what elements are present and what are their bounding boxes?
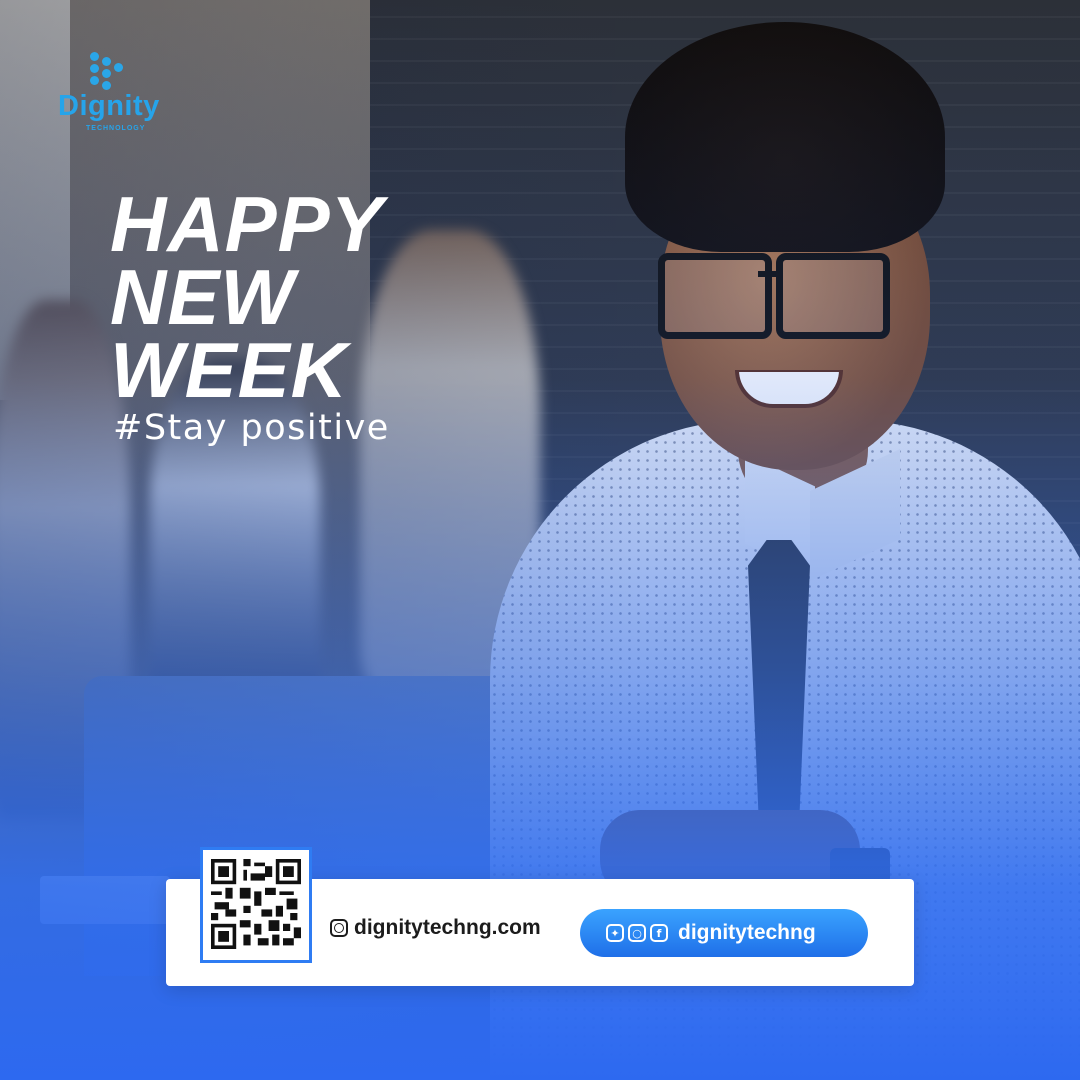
facebook-icon[interactable]: f: [650, 924, 668, 942]
social-handle-text: dignitytechng: [678, 921, 816, 944]
headline: HAPPY NEW WEEK: [110, 180, 384, 414]
logo-subtitle: TECHNOLOGY: [86, 125, 146, 132]
headline-line-3: WEEK: [110, 326, 348, 414]
logo-wordmark: Dignity: [58, 90, 160, 122]
website-text: dignitytechng.com: [354, 916, 541, 939]
headline-line-1: HAPPY: [110, 180, 384, 268]
twitter-icon[interactable]: ✦: [606, 924, 624, 942]
flyer: Dignity TECHNOLOGY HAPPY NEW WEEK #Stay …: [0, 0, 1080, 1080]
headline-line-2: NEW: [110, 253, 295, 341]
website-link[interactable]: dignitytechng.com: [330, 916, 541, 940]
dignity-logo: Dignity TECHNOLOGY: [58, 52, 178, 142]
social-handle-button[interactable]: ✦ ○ f dignitytechng: [580, 909, 868, 957]
qr-code[interactable]: [200, 847, 312, 963]
tagline: #Stay positive: [113, 408, 390, 448]
qr-code-icon: [211, 859, 301, 949]
instagram-icon[interactable]: ○: [628, 924, 646, 942]
globe-icon: [330, 919, 348, 937]
